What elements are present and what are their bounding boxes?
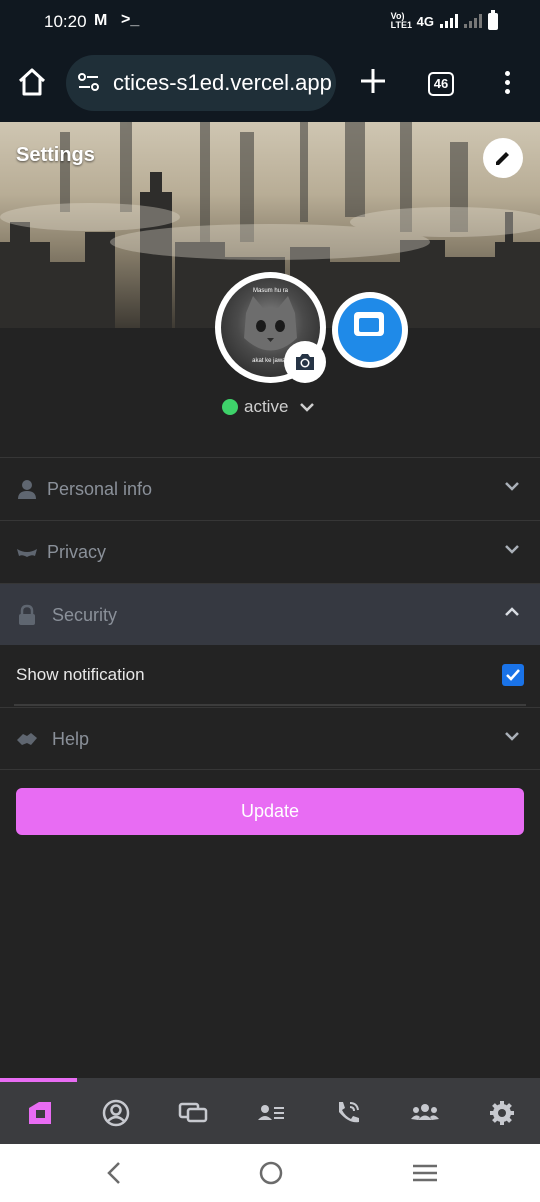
show-notification-checkbox[interactable]: [502, 664, 524, 686]
browser-toolbar: ctices-s1ed.vercel.app 46: [0, 44, 540, 122]
site-settings-icon[interactable]: [76, 70, 102, 94]
chats-icon[interactable]: [178, 1098, 208, 1128]
show-notification-label: Show notification: [16, 665, 145, 684]
gmail-icon: M: [94, 12, 108, 29]
clock: 10:20: [44, 12, 87, 31]
system-nav-bar: [0, 1144, 540, 1202]
user-icon: [18, 480, 36, 499]
system-indicators: Vo) LTE1 4G: [390, 9, 498, 30]
chevron-down-icon: [505, 732, 519, 741]
chevron-down-icon: [505, 482, 519, 491]
change-photo-button[interactable]: [284, 341, 326, 383]
bottom-nav: [0, 1078, 540, 1144]
section-label-personal-info: Personal info: [47, 479, 153, 499]
status-label: active: [244, 397, 289, 416]
show-notification-row: Show notification: [0, 646, 540, 704]
recents-icon[interactable]: [412, 1160, 438, 1186]
chevron-down-icon: [300, 403, 315, 412]
section-help[interactable]: Help: [0, 707, 540, 769]
tab-switcher-button[interactable]: 46: [428, 72, 454, 96]
edit-cover-button[interactable]: [483, 138, 523, 178]
contacts-icon[interactable]: [256, 1098, 286, 1128]
profile-icon[interactable]: [101, 1098, 131, 1128]
status-selector[interactable]: active: [222, 397, 316, 417]
pencil-icon: [496, 152, 509, 165]
status-bar: 10:20 M >_ Vo) LTE1 4G: [0, 0, 540, 44]
handshake-icon: [17, 733, 37, 745]
battery-icon: [488, 9, 498, 30]
network-label: 4G: [416, 13, 434, 29]
home-icon[interactable]: [14, 64, 50, 100]
url-text: ctices-s1ed.vercel.app: [113, 70, 332, 95]
signal-2-icon: [464, 14, 482, 28]
calls-icon[interactable]: [333, 1098, 363, 1128]
section-privacy[interactable]: Privacy: [0, 520, 540, 582]
app-logo-icon[interactable]: [25, 1098, 55, 1128]
camera-icon: [296, 354, 314, 370]
back-icon[interactable]: [104, 1160, 124, 1186]
settings-icon[interactable]: [487, 1098, 517, 1128]
section-label-security: Security: [52, 605, 118, 625]
section-label-privacy: Privacy: [47, 542, 107, 562]
chevron-up-icon: [505, 607, 519, 616]
status-dot: [222, 399, 238, 415]
section-security[interactable]: Security: [0, 583, 540, 645]
active-tab-indicator: [0, 1078, 77, 1082]
update-button[interactable]: Update: [16, 788, 524, 835]
terminal-icon: >_: [121, 11, 140, 28]
groups-icon[interactable]: [410, 1098, 440, 1128]
floating-app-bubble[interactable]: [332, 292, 408, 368]
avatar-caption-top: Masum hu ra: [252, 288, 288, 294]
section-label-help: Help: [52, 729, 90, 749]
chevron-down-icon: [505, 545, 519, 554]
divider: [0, 769, 540, 770]
address-bar[interactable]: ctices-s1ed.vercel.app: [66, 55, 336, 111]
checkmark-icon: [506, 669, 520, 681]
signal-icon: [440, 14, 458, 28]
divider: [14, 704, 526, 706]
volte-label: Vo) LTE1: [390, 11, 412, 30]
mask-icon: [17, 549, 37, 557]
section-personal-info[interactable]: Personal info: [0, 457, 540, 519]
overflow-menu-icon[interactable]: [500, 69, 514, 99]
page-title: Settings: [16, 144, 95, 166]
lock-icon: [19, 604, 35, 625]
new-tab-icon[interactable]: [356, 64, 390, 98]
home-circle-icon[interactable]: [258, 1160, 284, 1186]
app-bubble-icon: [354, 312, 384, 336]
